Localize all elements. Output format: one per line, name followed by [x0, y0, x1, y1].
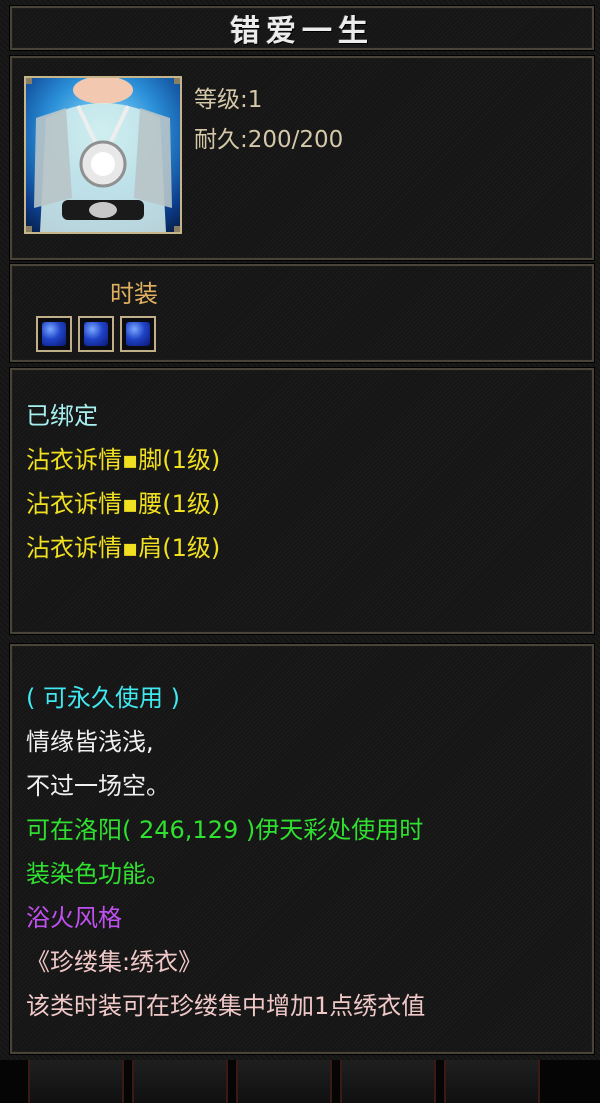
usage-note: ( 可永久使用 ): [26, 684, 180, 712]
dye-info-line-2: 装染色功能。: [26, 860, 170, 888]
bound-status: 已绑定: [26, 402, 98, 430]
costume-item-icon: [24, 76, 182, 234]
bottom-slot-4[interactable]: [340, 1060, 436, 1103]
title-bar: 错爱一生: [10, 6, 594, 50]
item-type-label: 时装: [110, 280, 158, 308]
bottom-slot-3[interactable]: [236, 1060, 332, 1103]
bottom-slot-5[interactable]: [444, 1060, 540, 1103]
bottom-slot-2[interactable]: [132, 1060, 228, 1103]
item-title: 错爱一生: [230, 14, 374, 49]
bottom-slot-bar: [0, 1060, 600, 1103]
item-type-panel: 时装: [10, 264, 594, 362]
effect-line-2: 沾衣诉情▪腰(1级): [26, 490, 221, 518]
blue-gem-icon: [84, 322, 108, 346]
bind-effects-panel: 已绑定 沾衣诉情▪脚(1级) 沾衣诉情▪腰(1级) 沾衣诉情▪肩(1级): [10, 368, 594, 634]
poem-line-1: 情缘皆浅浅,: [26, 728, 154, 756]
style-label: 浴火风格: [26, 904, 122, 932]
item-info-panel: 等级:1 耐久:200/200: [10, 56, 594, 260]
socket-slot-1[interactable]: [36, 316, 72, 352]
effect-line-1: 沾衣诉情▪脚(1级): [26, 446, 221, 474]
item-level: 等级:1: [194, 87, 263, 113]
collection-note: 该类时装可在珍缕集中增加1点绣衣值: [26, 992, 426, 1020]
socket-slot-2[interactable]: [78, 316, 114, 352]
tooltip-frame: 错爱一生 等级:1 耐久:200/200 时装 已绑定 沾衣诉情▪脚(1级) 沾…: [0, 0, 600, 1060]
effect-line-3: 沾衣诉情▪肩(1级): [26, 534, 221, 562]
blue-gem-icon: [42, 322, 66, 346]
bottom-slot-1[interactable]: [28, 1060, 124, 1103]
socket-slot-3[interactable]: [120, 316, 156, 352]
poem-line-2: 不过一场空。: [26, 772, 170, 800]
blue-gem-icon: [126, 322, 150, 346]
collection-title: 《珍缕集:绣衣》: [26, 948, 203, 976]
description-panel: ( 可永久使用 ) 情缘皆浅浅, 不过一场空。 可在洛阳( 246,129 )伊…: [10, 644, 594, 1054]
socket-row: [36, 316, 156, 352]
dye-info-line-1: 可在洛阳( 246,129 )伊天彩处使用时: [26, 816, 424, 844]
item-durability: 耐久:200/200: [194, 127, 344, 153]
